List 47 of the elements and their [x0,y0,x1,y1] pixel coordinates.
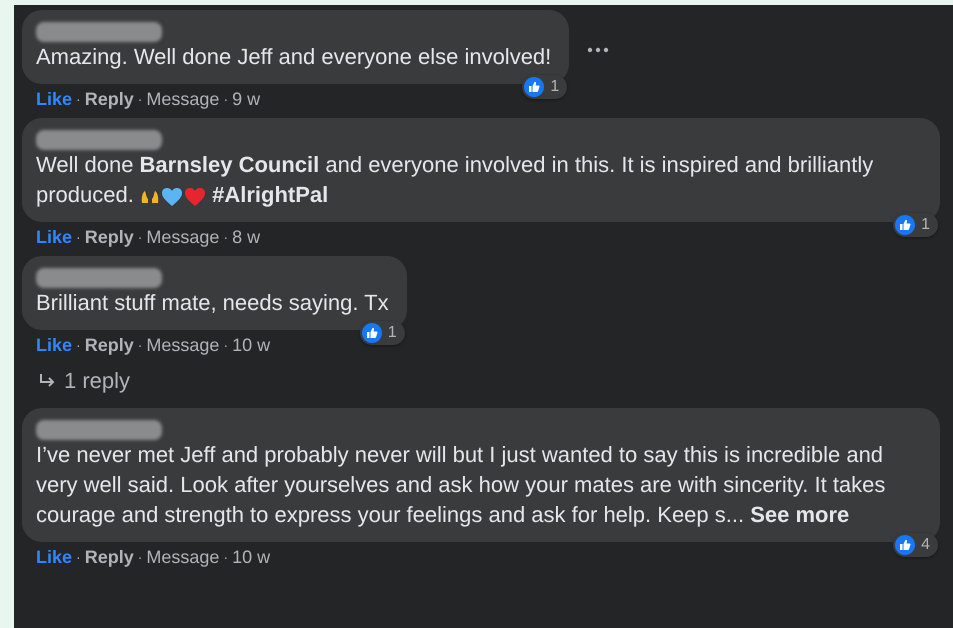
reaction-badge[interactable]: 1 [522,75,568,99]
like-link[interactable]: Like [36,88,72,110]
reaction-badge[interactable]: 1 [893,213,938,237]
reply-link[interactable]: Reply [84,546,134,568]
separator-dot: · [138,548,142,567]
comment-text: Well done Barnsley Council and everyone involved in this. It is inspired and brilliantly produced. #AlrightPal [36,151,874,209]
reply-link[interactable]: Reply [84,226,134,248]
thumbs-up-icon [524,77,544,97]
separator-dot: · [223,548,228,567]
action-text: Message [146,546,220,568]
like-link[interactable]: Like [36,226,72,248]
raised-hands-icon [140,189,160,205]
comment-text: I’ve never met Jeff and probably never will but I just wanted to say this is incredible and very well said. Look after yourselves and ask how your mates are with sincerity. It takes courage and strength to express your feelings and ask for help. Keep s... See more [36,441,886,529]
action-text: 10 w [232,546,270,568]
reaction-badge[interactable]: 4 [893,533,938,557]
heart-icon [160,187,183,207]
separator-dot: · [76,548,81,567]
separator-dot: · [138,90,142,109]
more-options-icon[interactable] [587,47,610,53]
separator-dot: · [223,228,228,247]
reply-link[interactable]: Reply [84,88,134,110]
thumbs-up-icon [895,535,916,555]
view-replies-link[interactable]: 1 reply [64,368,130,394]
action-text: Message [146,88,220,110]
action-text: 10 w [232,334,270,356]
separator-dot: · [76,90,81,109]
comment-text: Brilliant stuff mate, needs saying. Tx [36,289,390,317]
reaction-badge[interactable]: 1 [360,321,405,345]
action-text: 9 w [232,88,260,110]
see-more-link[interactable]: See more [750,502,850,527]
separator-dot: · [223,336,228,355]
thumbs-up-icon [362,323,382,343]
action-text: 8 w [232,226,260,248]
separator-dot: · [76,336,81,355]
like-link[interactable]: Like [36,334,72,356]
separator-dot: · [138,228,142,247]
separator-dot: · [138,336,142,355]
thumbs-up-icon [895,215,916,235]
separator-dot: · [76,228,81,247]
like-link[interactable]: Like [36,546,72,568]
comment-text: Amazing. Well done Jeff and everyone else involved! [36,43,552,71]
separator-dot: · [223,90,228,109]
reply-arrow-icon [38,373,56,389]
reply-link[interactable]: Reply [84,334,134,356]
heart-icon [184,187,206,207]
action-text: Message [146,226,220,248]
action-text: Message [146,334,220,356]
